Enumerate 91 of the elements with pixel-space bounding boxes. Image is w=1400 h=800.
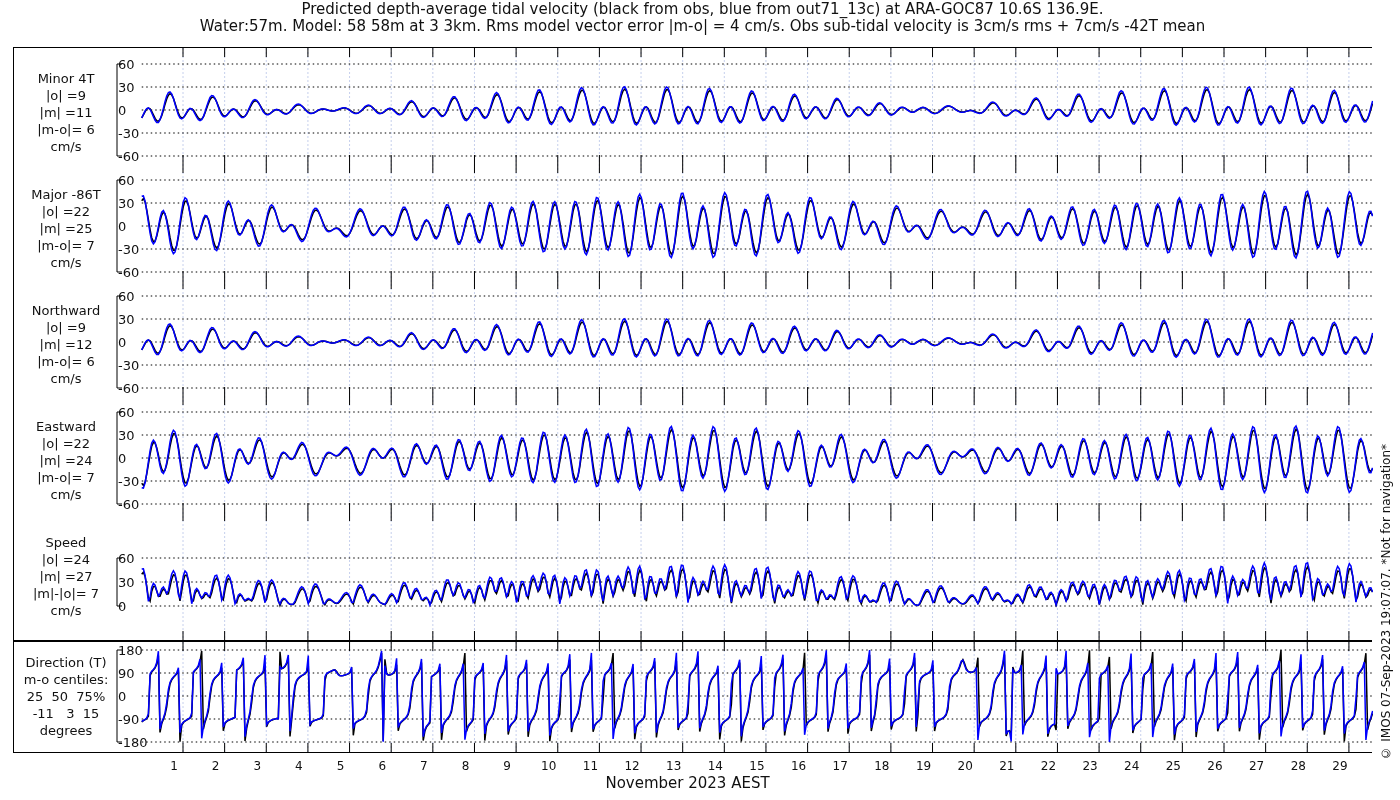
panel-stat-label: 25 50 75% <box>26 688 106 705</box>
axis-tick-label: 0 <box>118 689 127 704</box>
panel-stat-label: |m|-|o|= 7 <box>32 585 100 602</box>
day-label: 23 <box>1082 759 1098 773</box>
panel-stat-label: Minor 4T <box>37 70 95 87</box>
axis-tick-label: -30 <box>118 358 140 373</box>
day-label: 11 <box>582 759 599 773</box>
panel-stat-label: |o| =22 <box>41 435 91 452</box>
panel-stat-label: |m| =11 <box>39 104 93 121</box>
panel-stat-label: |m| =24 <box>39 452 93 469</box>
day-label: 12 <box>624 759 640 773</box>
axis-tick-label: 0 <box>118 219 127 234</box>
day-label: 27 <box>1249 759 1265 773</box>
day-label: 19 <box>915 759 932 773</box>
chart-title: Predicted depth-average tidal velocity (black from obs, blue from out71_13c) at ARA-GOC87 10.6S 136.9E. <box>301 1 1104 18</box>
axis-tick-label: 60 <box>118 57 135 72</box>
panel-stat-label: |m-o|= 6 <box>37 353 95 370</box>
panel-stat-label: cm/s <box>50 138 82 155</box>
axis-tick-label: 30 <box>118 196 135 211</box>
day-label: 28 <box>1290 759 1306 773</box>
day-label: 4 <box>295 759 303 773</box>
panel-stat-label: -11 3 15 <box>32 705 100 722</box>
chart-title: Water:57m. Model: 58 58m at 3 3km. Rms model vector error |m-o| = 4 cm/s. Obs sub-tidal velocity is 3cm/s rms + 7cm/s -42T mean <box>199 18 1206 35</box>
axis-tick-label: -60 <box>118 497 140 512</box>
axis-tick-label: -30 <box>118 474 140 489</box>
day-label: 1 <box>170 759 178 773</box>
axis-tick-label: 180 <box>118 643 143 658</box>
axis-tick-label: -60 <box>118 381 140 396</box>
panel-stat-label: degrees <box>39 722 93 739</box>
panel-stat-label: cm/s <box>50 486 82 503</box>
day-label: 13 <box>666 759 682 773</box>
day-label: 24 <box>1124 759 1140 773</box>
credit-text: © IMOS 07-Sep-2023 19:07:07. *Not for navigation* <box>1379 444 1393 760</box>
axis-tick-label: 90 <box>118 666 135 681</box>
day-label: 3 <box>253 759 262 773</box>
axis-tick-label: 0 <box>118 103 127 118</box>
axis-tick-label: 30 <box>118 312 135 327</box>
axis-tick-label: 30 <box>118 575 135 590</box>
axis-title: November 2023 AEST <box>605 775 770 792</box>
day-label: 22 <box>1040 759 1057 773</box>
day-label: 29 <box>1332 759 1348 773</box>
day-label: 2 <box>211 759 220 773</box>
axis-tick-label: -30 <box>118 126 140 141</box>
panel-stat-label: |o| =24 <box>41 551 91 568</box>
panel-stat-label: cm/s <box>50 254 82 271</box>
day-label: 7 <box>420 759 428 773</box>
axis-tick-label: 0 <box>118 599 127 614</box>
axis-tick-label: -30 <box>118 242 140 257</box>
axis-tick-label: 0 <box>118 335 127 350</box>
panel-stat-label: Major -86T <box>31 186 101 203</box>
panel-stat-label: Direction (T) <box>25 654 107 671</box>
panel-stat-label: |o| =9 <box>46 87 86 104</box>
axis-tick-label: 0 <box>118 451 127 466</box>
panel-stat-label: |m| =12 <box>39 336 93 353</box>
day-label: 6 <box>378 759 386 773</box>
day-label: 8 <box>461 759 470 773</box>
axis-tick-label: 30 <box>118 428 135 443</box>
panel-stat-label: |m-o|= 6 <box>37 121 95 138</box>
axis-tick-label: 60 <box>118 173 135 188</box>
day-label: 18 <box>874 759 890 773</box>
panel-stat-label: cm/s <box>50 602 82 619</box>
panel-stat-label: |o| =22 <box>41 203 91 220</box>
panel-stat-label: Eastward <box>36 418 96 435</box>
panel-stat-label: |m| =25 <box>39 220 93 237</box>
panel-stat-label: |m-o|= 7 <box>37 237 95 254</box>
axis-tick-label: 60 <box>118 551 135 566</box>
panel-stat-label: cm/s <box>50 370 82 387</box>
axis-tick-label: -60 <box>118 265 140 280</box>
axis-tick-label: 30 <box>118 80 135 95</box>
axis-tick-label: 60 <box>118 289 135 304</box>
day-label: 25 <box>1165 759 1181 773</box>
day-label: 17 <box>832 759 848 773</box>
day-label: 10 <box>541 759 557 773</box>
day-label: 14 <box>707 759 723 773</box>
day-label: 16 <box>790 759 807 773</box>
panel-stat-label: m-o centiles: <box>23 671 109 688</box>
axis-tick-label: -180 <box>118 735 148 750</box>
panel-stat-label: |o| =9 <box>46 319 86 336</box>
day-label: 21 <box>999 759 1015 773</box>
day-label: 5 <box>336 759 345 773</box>
panel-stat-label: |m| =27 <box>39 568 93 585</box>
axis-tick-label: -60 <box>118 149 140 164</box>
axis-tick-label: -90 <box>118 712 140 727</box>
day-label: 26 <box>1207 759 1223 773</box>
day-label: 15 <box>749 759 765 773</box>
day-label: 9 <box>503 759 511 773</box>
day-label: 20 <box>957 759 973 773</box>
panel-stat-label: |m-o|= 7 <box>37 469 95 486</box>
axis-tick-label: 60 <box>118 405 135 420</box>
panel-stat-label: Speed <box>45 534 87 551</box>
panel-stat-label: Northward <box>31 302 101 319</box>
